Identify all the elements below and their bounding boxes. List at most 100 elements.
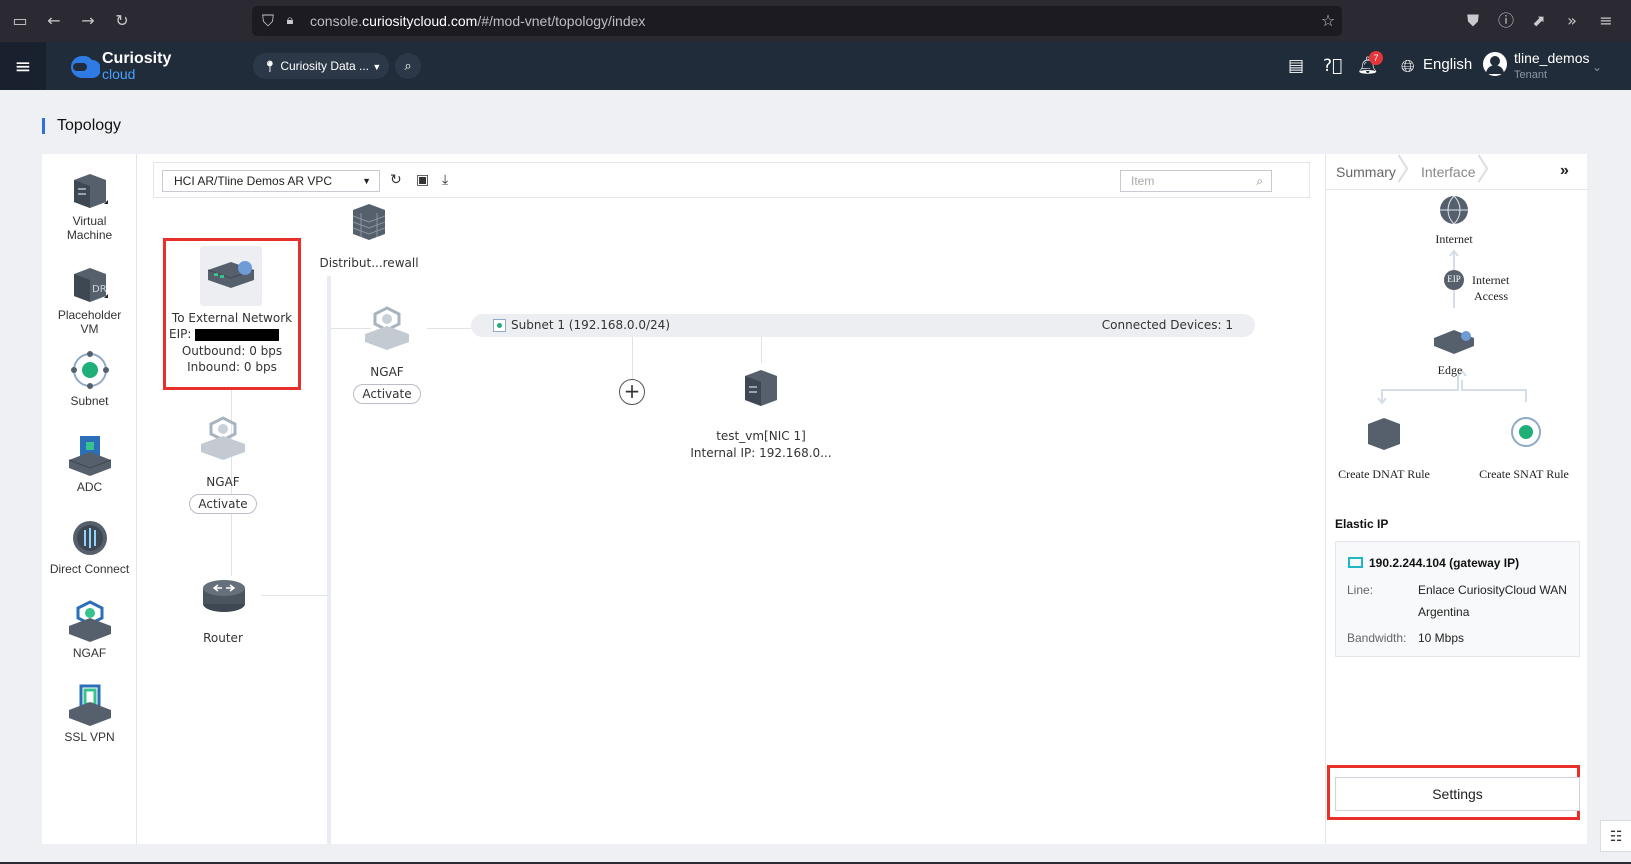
download-icon[interactable]: ⤓: [442, 172, 448, 188]
help-icon[interactable]: ?⃝: [1323, 55, 1342, 77]
avatar[interactable]: [1483, 52, 1507, 76]
globe-icon[interactable]: 🌐︎: [1401, 56, 1415, 78]
internet-label: Internet: [1435, 232, 1473, 246]
ssl-vpn-icon: [68, 684, 111, 726]
ip-icon: [1348, 557, 1363, 568]
connector-line: [632, 337, 633, 379]
document-icon[interactable]: ▤: [1288, 55, 1304, 77]
add-device-button[interactable]: +: [619, 379, 645, 405]
search-icon: ⌕: [1256, 174, 1263, 188]
palette-item-adc[interactable]: ADC: [42, 434, 137, 494]
subnet-connected-devices: Connected Devices: 1: [1101, 318, 1233, 332]
item-search-input[interactable]: Item ⌕: [1120, 170, 1272, 192]
virtual-machine-icon: [745, 370, 777, 406]
vertical-backbone-line: [327, 276, 331, 844]
palette-item-virtual-machine[interactable]: Virtual Machine: [42, 172, 137, 242]
caret-down-icon: ▼: [372, 62, 382, 72]
fit-view-icon[interactable]: ▣: [416, 172, 429, 188]
router-label: Router: [203, 631, 243, 645]
ngaf-icon: [68, 600, 111, 642]
hamburger-menu-icon[interactable]: ≡: [0, 42, 46, 90]
dnat-icon: [1368, 418, 1400, 450]
ngaf-mid-label: NGAF: [370, 365, 404, 379]
svg-text:DR: DR: [92, 284, 107, 295]
forward-icon[interactable]: →: [78, 11, 98, 31]
placeholder-vm-icon: DR: [73, 268, 108, 302]
direct-connect-icon: [72, 521, 107, 555]
overflow-chevron-icon[interactable]: »: [1562, 11, 1582, 31]
region-selector[interactable]: 📍︎ Curiosity Data ... ▼: [253, 53, 389, 79]
connector-line: [427, 328, 471, 329]
page-title: Topology: [42, 118, 121, 134]
bookmark-star-icon[interactable]: ☆: [1318, 11, 1338, 31]
external-network-node[interactable]: [200, 246, 262, 306]
palette-item-subnet[interactable]: Subnet: [42, 350, 137, 408]
pocket-icon[interactable]: ⛊: [1463, 11, 1483, 31]
subnet-name: Subnet 1 (192.168.0.0/24): [511, 318, 670, 332]
topology-toolbar: HCI AR/Tline Demos AR VPC ▼ ↻ ▣ ⤓ Item ⌕: [153, 162, 1310, 198]
url-text[interactable]: console.curiositycloud.com/#/mod-vnet/to…: [310, 13, 645, 29]
subnet-bar[interactable]: Subnet 1 (192.168.0.0/24) Connected Devi…: [471, 314, 1255, 337]
vpc-select[interactable]: HCI AR/Tline Demos AR VPC ▼: [162, 170, 380, 192]
ngaf-left-activate-button[interactable]: Activate: [189, 494, 257, 514]
palette-item-ngaf[interactable]: NGAF: [42, 600, 137, 660]
chevron-down-icon[interactable]: ⌄: [1592, 56, 1602, 78]
eip-redacted: [195, 329, 279, 341]
curiosity-cloud-logo[interactable]: Curiosity cloud: [64, 50, 174, 84]
sidebar-toggle-icon[interactable]: ▭: [10, 11, 30, 31]
internet-access-label-line1: Internet: [1472, 273, 1510, 287]
external-network-outbound: Outbound: 0 bps: [181, 344, 283, 358]
vm-node[interactable]: [741, 368, 781, 408]
bandwidth-value: 10 Mbps: [1418, 631, 1465, 645]
connector-line: [761, 337, 762, 363]
logo-subtext: cloud: [102, 66, 136, 82]
collapse-panel-icon[interactable]: »: [1560, 162, 1569, 180]
virtual-machine-icon: [73, 174, 108, 208]
palette-item-ssl-vpn[interactable]: SSL VPN: [42, 684, 137, 744]
elastic-ip-title: Elastic IP: [1335, 517, 1389, 531]
device-palette: Virtual Machine DR Placeholder VM Subnet A…: [42, 154, 137, 844]
firewall-node[interactable]: [349, 202, 389, 242]
ngaf-left-node[interactable]: [199, 416, 247, 462]
elastic-ip-card: 190.2.244.104 (gateway IP) Line: Enlace …: [1335, 541, 1580, 657]
create-snat-rule-link[interactable]: Create SNAT Rule: [1474, 467, 1574, 482]
palette-item-placeholder-vm[interactable]: DR Placeholder VM: [42, 266, 137, 336]
subnet-icon: [493, 319, 506, 332]
lock-icon: 🔒︎: [286, 13, 294, 28]
settings-button[interactable]: Settings: [1335, 777, 1580, 811]
back-icon[interactable]: ←: [44, 11, 64, 31]
region-search-icon[interactable]: ⌕: [395, 53, 421, 79]
shield-icon[interactable]: ⛉: [258, 11, 278, 31]
info-icon[interactable]: ⓘ: [1496, 11, 1516, 31]
language-selector[interactable]: English: [1423, 56, 1472, 73]
vm-name: test_vm[NIC 1]: [716, 429, 806, 443]
topology-canvas[interactable]: HCI AR/Tline Demos AR VPC ▼ ↻ ▣ ⤓ Item ⌕ T…: [137, 154, 1325, 844]
line-value-continued: Argentina: [1418, 605, 1470, 619]
browser-toolbar: ▭ ← → ↻ ⛉ 🔒︎ console.curiositycloud.com/…: [0, 0, 1631, 42]
topology-page: Topology Virtual Machine DR Placeholder VM…: [0, 90, 1631, 864]
router-icon: [203, 580, 245, 612]
username[interactable]: tline_demos: [1514, 50, 1590, 66]
eip-tag: EIP: [1447, 274, 1461, 284]
ngaf-mid-activate-button[interactable]: Activate: [353, 384, 421, 404]
vm-internal-ip: Internal IP: 192.168.0...: [690, 446, 832, 460]
app-header: ≡ Curiosity cloud 📍︎ Curiosity Data ... …: [0, 42, 1631, 90]
float-panel-icon[interactable]: ☷: [1600, 820, 1631, 852]
address-bar[interactable]: ⛉ 🔒︎ console.curiositycloud.com/#/mod-vn…: [252, 6, 1342, 36]
line-key: Line:: [1347, 583, 1374, 597]
tab-interface[interactable]: Interface: [1421, 164, 1475, 180]
menu-icon[interactable]: ≡: [1596, 11, 1616, 31]
external-network-inbound: Inbound: 0 bps: [187, 360, 277, 374]
extensions-icon[interactable]: ⬈: [1529, 11, 1549, 31]
tab-separator-icon: 〉: [1476, 153, 1506, 188]
reload-icon[interactable]: ↻: [112, 11, 132, 31]
router-node[interactable]: [201, 574, 247, 616]
create-dnat-rule-link[interactable]: Create DNAT Rule: [1334, 467, 1434, 482]
line-value: Enlace CuriosityCloud WAN: [1418, 583, 1567, 597]
palette-item-direct-connect[interactable]: Direct Connect: [42, 518, 137, 576]
refresh-icon[interactable]: ↻: [390, 172, 402, 188]
ngaf-mid-node[interactable]: [363, 306, 411, 352]
panel-tabs: Summary 〉 Interface 〉 »: [1326, 154, 1588, 190]
tab-summary[interactable]: Summary: [1336, 164, 1396, 180]
logo-mark-icon: [71, 55, 100, 78]
